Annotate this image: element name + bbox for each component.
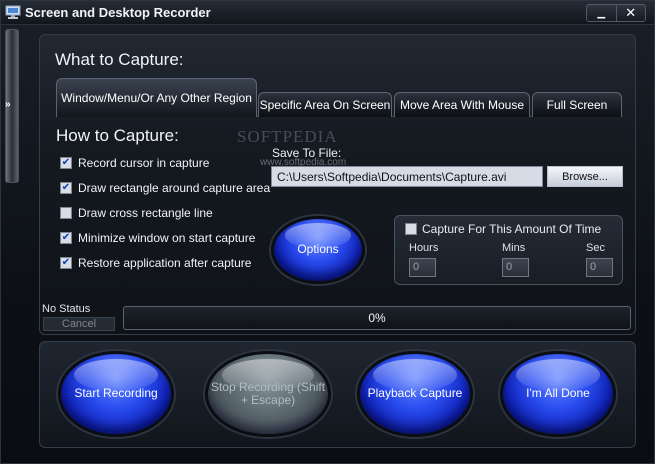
what-to-capture-heading: What to Capture:: [55, 50, 184, 69]
progress-bar: 0%: [123, 306, 631, 330]
progress-percent: 0%: [368, 311, 386, 325]
option-record-cursor[interactable]: ✔ Record cursor in capture: [60, 155, 209, 171]
browse-button[interactable]: Browse...: [547, 166, 623, 187]
actions-panel: Start Recording Stop Recording (Shift + …: [39, 341, 636, 448]
option-draw-rectangle[interactable]: ✔ Draw rectangle around capture area: [60, 180, 270, 196]
option-label: Draw rectangle around capture area: [78, 181, 271, 195]
minimize-icon: ▁: [597, 7, 606, 19]
status-text: No Status: [42, 303, 91, 315]
checkbox[interactable]: ✔: [60, 157, 72, 169]
sec-input[interactable]: 0: [586, 258, 613, 277]
mins-input[interactable]: 0: [502, 258, 529, 277]
all-done-button[interactable]: I'm All Done: [500, 351, 616, 437]
option-restore-app[interactable]: ✔ Restore application after capture: [60, 255, 251, 271]
window-controls: ▁ ✕: [586, 4, 646, 22]
stop-recording-button[interactable]: Stop Recording (Shift + Escape): [205, 351, 331, 437]
tab-move-area-mouse[interactable]: Move Area With Mouse: [394, 92, 530, 117]
start-recording-button[interactable]: Start Recording: [58, 351, 174, 437]
option-label: Record cursor in capture: [78, 156, 210, 170]
expand-arrow-icon[interactable]: »: [5, 99, 11, 110]
checkbox[interactable]: [60, 207, 72, 219]
tab-specific-area[interactable]: Specific Area On Screen: [258, 92, 392, 117]
save-path-input[interactable]: [271, 166, 543, 187]
app-window: Screen and Desktop Recorder ▁ ✕ » What t…: [0, 0, 655, 464]
all-done-label: I'm All Done: [526, 386, 590, 401]
options-label: Options: [297, 242, 339, 257]
option-label: Restore application after capture: [78, 256, 252, 270]
mins-label: Mins: [502, 242, 526, 254]
tab-full-screen[interactable]: Full Screen: [532, 92, 622, 117]
option-minimize-window[interactable]: ✔ Minimize window on start capture: [60, 230, 255, 246]
timed-capture-label: Capture For This Amount Of Time: [422, 222, 602, 236]
title-bar[interactable]: Screen and Desktop Recorder ▁ ✕: [1, 1, 654, 25]
option-label: Minimize window on start capture: [78, 231, 256, 245]
checkbox[interactable]: ✔: [60, 257, 72, 269]
save-to-file-label: Save To File:: [272, 146, 342, 160]
option-label: Draw cross rectangle line: [78, 206, 213, 220]
playback-capture-button[interactable]: Playback Capture: [357, 351, 473, 437]
minimize-button[interactable]: ▁: [587, 5, 616, 21]
playback-capture-label: Playback Capture: [367, 386, 463, 401]
app-monitor-icon: [5, 5, 21, 19]
close-button[interactable]: ✕: [615, 5, 646, 21]
stop-recording-label: Stop Recording (Shift + Escape): [210, 379, 326, 407]
how-to-capture-heading: How to Capture:: [56, 126, 179, 145]
sec-label: Sec: [586, 242, 605, 254]
watermark-logo: SOFTPEDIA: [237, 127, 338, 146]
close-icon: ✕: [625, 5, 637, 20]
start-recording-label: Start Recording: [74, 386, 158, 401]
checkbox[interactable]: ✔: [60, 182, 72, 194]
checkbox[interactable]: ✔: [60, 232, 72, 244]
window-title: Screen and Desktop Recorder: [25, 5, 211, 20]
timed-capture-group: Capture For This Amount Of Time Hours Mi…: [394, 215, 623, 285]
cancel-button[interactable]: Cancel: [43, 317, 115, 331]
hours-input[interactable]: 0: [409, 258, 436, 277]
tab-window-region[interactable]: Window/Menu/Or Any Other Region: [56, 78, 257, 117]
capture-settings-panel: What to Capture: Window/Menu/Or Any Othe…: [39, 34, 636, 335]
timed-capture-checkbox[interactable]: [405, 223, 417, 235]
options-button[interactable]: Options: [271, 216, 365, 284]
hours-label: Hours: [409, 242, 439, 254]
option-cross-rectangle[interactable]: Draw cross rectangle line: [60, 205, 213, 221]
